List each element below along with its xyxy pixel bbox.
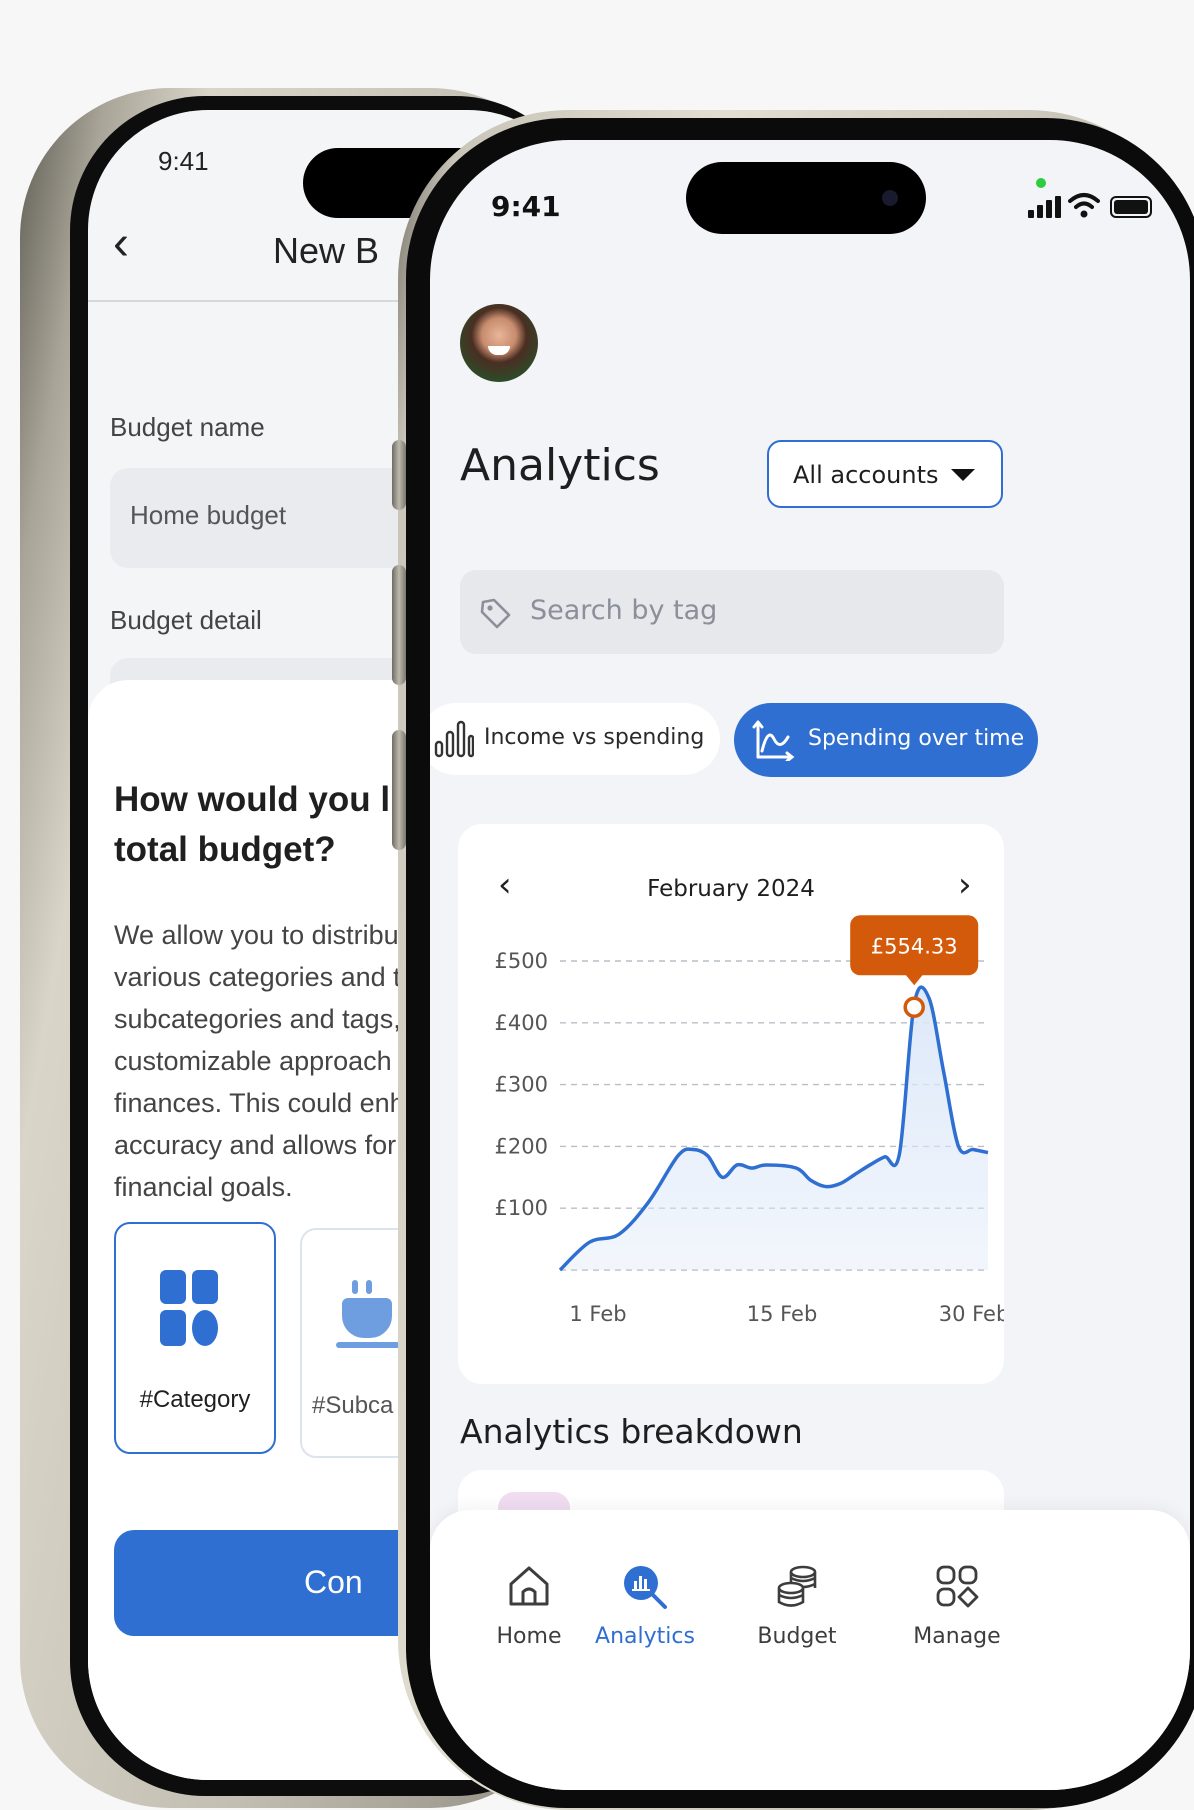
budget-name-value: Home budget bbox=[130, 500, 287, 530]
status-time: 9:41 bbox=[491, 190, 561, 223]
nav-analytics[interactable]: Analytics bbox=[570, 1562, 720, 1649]
chart-y-tick-label: £400 bbox=[495, 1011, 548, 1035]
front-phone-volume-down-button bbox=[392, 730, 406, 850]
option-card-category[interactable]: #Category bbox=[114, 1222, 276, 1454]
option-card-label: #Category bbox=[139, 1386, 251, 1413]
nav-manage-label: Manage bbox=[913, 1624, 1001, 1649]
breakdown-title: Analytics breakdown bbox=[460, 1412, 803, 1451]
battery-icon bbox=[1110, 196, 1152, 218]
chart-x-tick-label: 30 Feb bbox=[939, 1302, 1004, 1326]
nav-analytics-label: Analytics bbox=[595, 1624, 695, 1649]
tab-income-vs-spending[interactable]: Income vs spending bbox=[430, 703, 720, 775]
chart-highlight-point bbox=[903, 996, 925, 1019]
sheet-body-line: finances. This could enha bbox=[114, 1088, 420, 1118]
chart-y-tick-label: £100 bbox=[495, 1196, 548, 1220]
continue-button-label: Con bbox=[304, 1564, 363, 1600]
dynamic-island bbox=[686, 162, 926, 234]
back-status-time: 9:41 bbox=[158, 146, 209, 176]
chart-card: ‹ February 2024 › £500 £400 £300 £200 £100 £5… bbox=[458, 824, 1004, 1384]
sheet-title-line1: How would you like bbox=[114, 780, 439, 819]
front-phone-volume-up-button bbox=[392, 565, 406, 685]
wifi-icon bbox=[1068, 193, 1100, 218]
nav-budget[interactable]: Budget bbox=[722, 1562, 872, 1649]
manage-icon bbox=[936, 1565, 979, 1608]
camera-lens-icon bbox=[882, 190, 898, 206]
chart-tooltip-value: £554.33 bbox=[871, 934, 958, 958]
sheet-body-line: various categories and th bbox=[114, 962, 416, 992]
budget-icon bbox=[777, 1565, 817, 1607]
avatar-smile bbox=[488, 346, 510, 355]
sheet-body-line: We allow you to distribu bbox=[114, 920, 399, 950]
caret-down-icon bbox=[951, 469, 975, 481]
bar-chart-icon bbox=[434, 720, 474, 758]
option-card-label: #Subca bbox=[312, 1392, 394, 1419]
tab-income-label: Income vs spending bbox=[484, 725, 705, 750]
chart-x-tick-label: 15 Feb bbox=[747, 1302, 818, 1326]
home-icon bbox=[509, 1566, 549, 1606]
tag-icon bbox=[480, 598, 511, 629]
page-title: Analytics bbox=[460, 440, 660, 491]
analytics-screen: 9:41 Analytics All accounts Search by ta… bbox=[430, 140, 1190, 1790]
back-chevron-left-icon[interactable]: ‹ bbox=[113, 216, 129, 271]
sheet-title-line2: total budget? bbox=[114, 830, 336, 869]
analytics-icon bbox=[624, 1566, 667, 1609]
avatar[interactable] bbox=[460, 304, 538, 382]
chart-x-tick-label: 1 Feb bbox=[569, 1302, 626, 1326]
chart-y-tick-label: £300 bbox=[495, 1073, 548, 1097]
chart-tooltip-pointer bbox=[905, 974, 924, 986]
chart-area-fill bbox=[560, 987, 988, 1270]
budget-detail-label: Budget detail bbox=[110, 605, 262, 635]
budget-name-label: Budget name bbox=[110, 412, 265, 442]
tab-spending-label: Spending over time bbox=[808, 726, 1025, 751]
bottom-navigation: Home Analytics Budget Manage bbox=[430, 1510, 1190, 1790]
spending-trend-icon bbox=[752, 720, 795, 761]
chart-y-tick-label: £500 bbox=[495, 949, 548, 973]
privacy-indicator-dot bbox=[1036, 178, 1046, 188]
chart-y-tick-label: £200 bbox=[495, 1134, 548, 1158]
signal-icon bbox=[1028, 196, 1062, 218]
tab-spending-over-time[interactable]: Spending over time bbox=[734, 703, 1038, 777]
account-selector-label: All accounts bbox=[793, 461, 939, 489]
sheet-body-line: customizable approach t bbox=[114, 1046, 407, 1076]
account-selector[interactable]: All accounts bbox=[767, 440, 1003, 508]
search-input[interactable]: Search by tag bbox=[460, 570, 1004, 654]
spending-chart: £500 £400 £300 £200 £100 £554.33 1 Feb 15 Feb 30… bbox=[495, 915, 1004, 1326]
nav-budget-label: Budget bbox=[757, 1624, 837, 1649]
cup-icon bbox=[336, 1280, 402, 1350]
nav-manage[interactable]: Manage bbox=[882, 1562, 1032, 1649]
sheet-body-line: subcategories and tags, bbox=[114, 1004, 401, 1034]
front-phone-action-button bbox=[392, 440, 406, 510]
search-placeholder: Search by tag bbox=[530, 595, 718, 626]
back-header-title: New B bbox=[273, 230, 380, 271]
sheet-body-line: financial goals. bbox=[114, 1172, 293, 1202]
category-grid-icon bbox=[160, 1270, 220, 1348]
sheet-body-line: accuracy and allows for t bbox=[114, 1130, 412, 1160]
